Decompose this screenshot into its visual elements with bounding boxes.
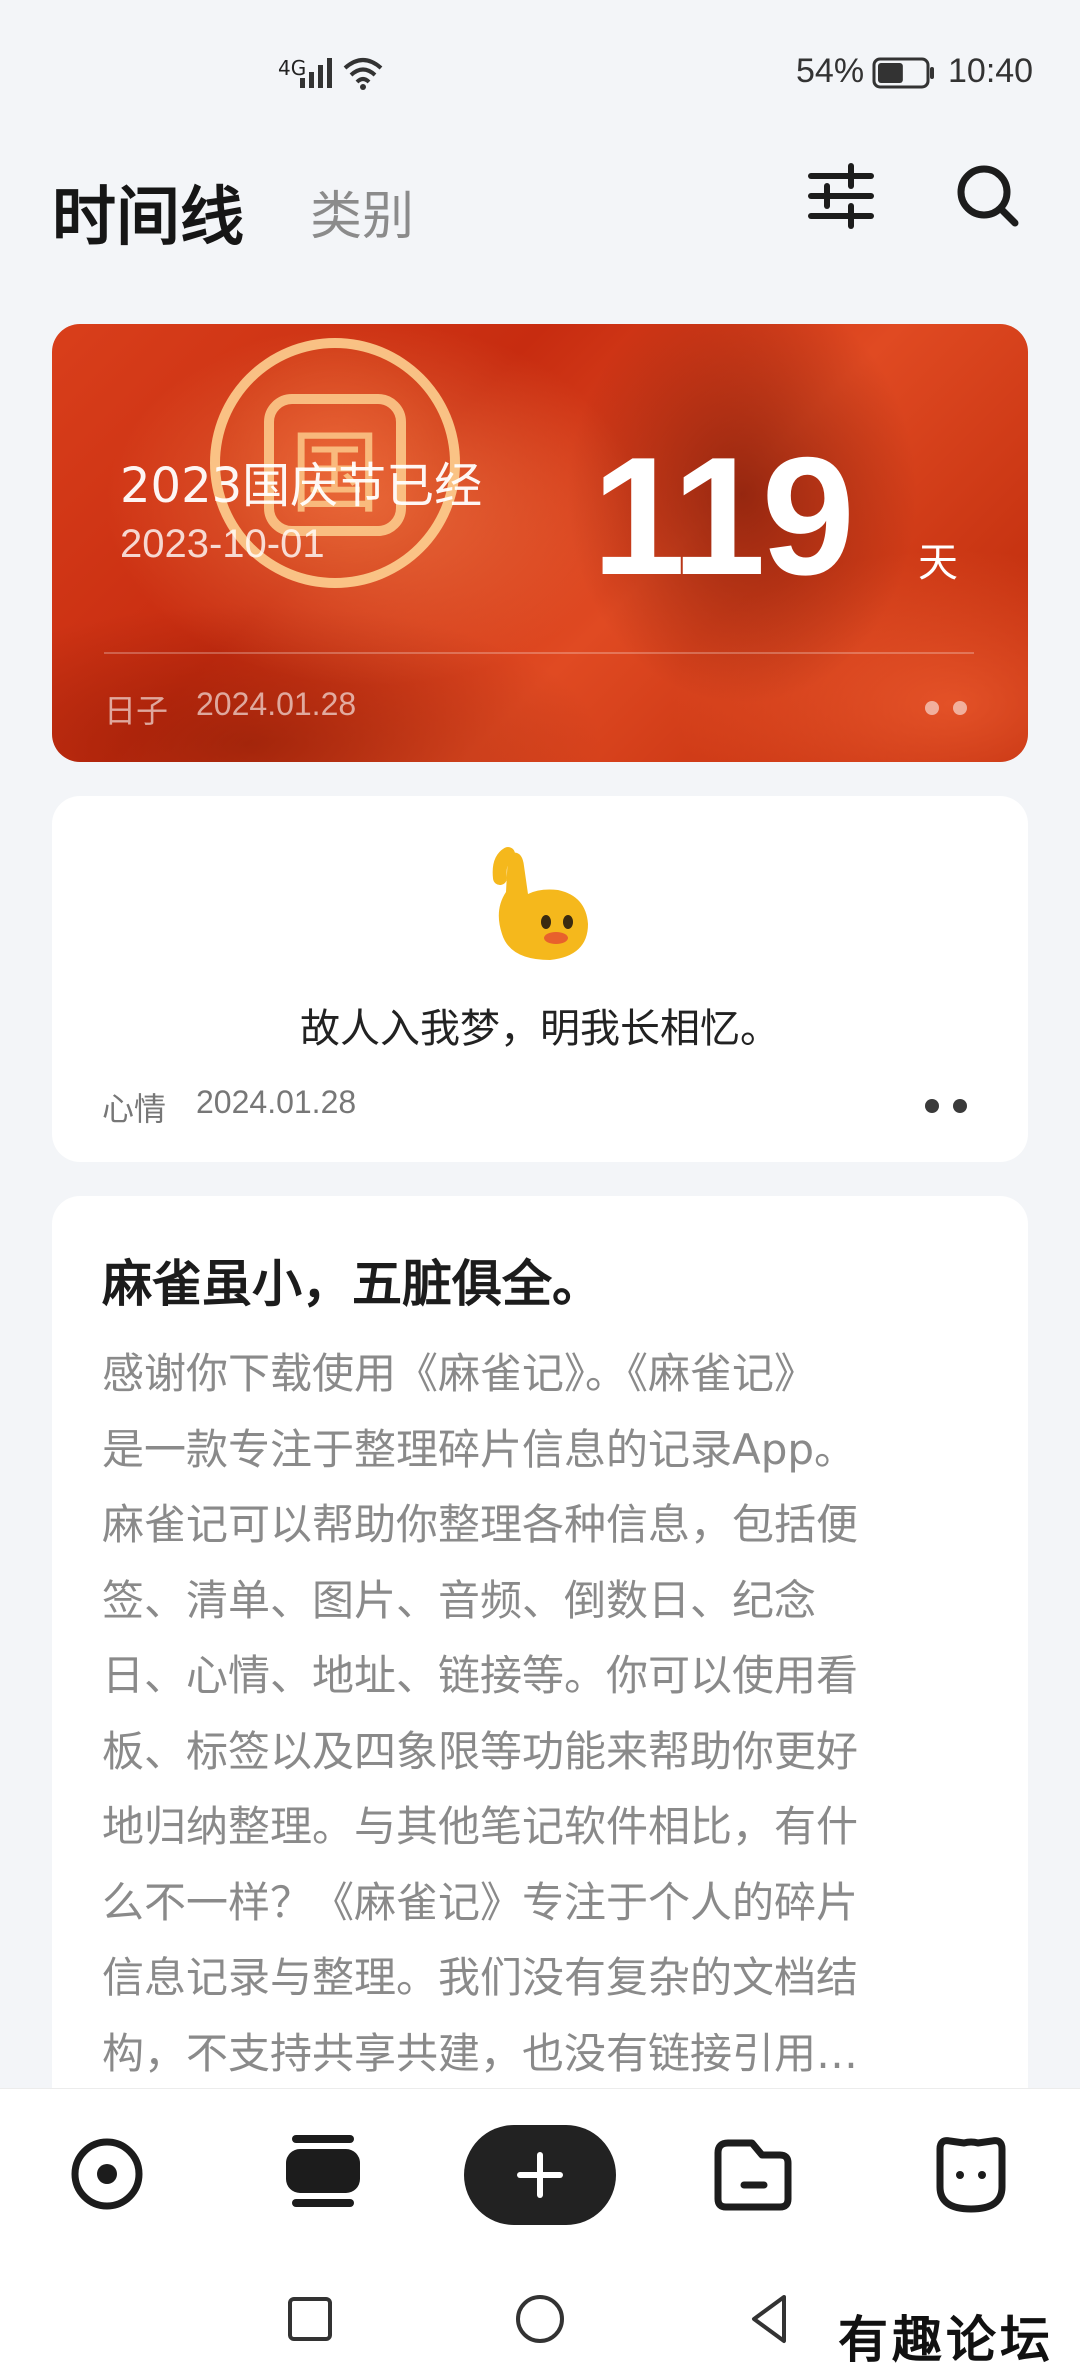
status-bar: 4G 54% 10:40: [0, 0, 1080, 150]
recent-apps-icon[interactable]: [280, 2289, 340, 2349]
mood-text: 故人入我梦，明我长相忆。: [300, 1006, 780, 1052]
battery-percent: 54%: [796, 52, 865, 90]
signal-icon: [300, 58, 332, 88]
countdown-card[interactable]: 国 2023国庆节已经 2023-10-01 119 天 日子 2024.01.…: [52, 324, 1028, 762]
header: 时间线 类别: [0, 150, 1080, 300]
card-created-date: 2024.01.28: [196, 686, 357, 722]
note-line: 麻雀记可以帮助你整理各种信息，包括便: [102, 1500, 859, 1549]
clock: 10:40: [948, 52, 1034, 90]
note-line: 是一款专注于整理碎片信息的记录App。: [102, 1424, 857, 1474]
timeline-icon[interactable]: [62, 2129, 152, 2219]
card-category: 心情: [102, 1090, 167, 1128]
search-icon[interactable]: [952, 160, 1024, 232]
back-icon[interactable]: [740, 2289, 800, 2349]
home-icon[interactable]: [510, 2289, 570, 2349]
note-title: 麻雀虽小，五脏俱全。: [102, 1255, 602, 1313]
note-line: 么不一样？《麻雀记》专注于个人的碎片: [102, 1877, 859, 1927]
countdown-title: 2023国庆节已经: [120, 458, 483, 514]
card-created-date: 2024.01.28: [196, 1084, 357, 1120]
add-button[interactable]: [464, 2125, 616, 2225]
note-line: 感谢你下载使用《麻雀记》。《麻雀记》: [102, 1349, 817, 1398]
note-line: 构，不支持共享共建，也没有链接引用…: [102, 2028, 859, 2078]
mood-card[interactable]: 故人入我梦，明我长相忆。 心情 2024.01.28: [52, 796, 1028, 1162]
card-category: 日子: [104, 692, 169, 730]
countdown-days: 119: [592, 422, 855, 610]
note-line: 地归纳整理。与其他笔记软件相比，有什: [102, 1802, 859, 1851]
divider: [104, 652, 974, 654]
filter-icon[interactable]: [805, 160, 877, 232]
countdown-date: 2023-10-01: [120, 522, 325, 566]
note-body: 感谢你下载使用《麻雀记》。《麻雀记》 是一款专注于整理碎片信息的记录App。 麻…: [102, 1336, 982, 2091]
note-card[interactable]: 麻雀虽小，五脏俱全。 感谢你下载使用《麻雀记》。《麻雀记》 是一款专注于整理碎片…: [52, 1196, 1028, 2096]
folder-icon[interactable]: [708, 2129, 798, 2219]
waving-hand-emoji-icon: [492, 847, 588, 960]
more-icon[interactable]: [918, 698, 978, 718]
note-line: 信息记录与整理。我们没有复杂的文档结: [102, 1953, 859, 2002]
more-icon[interactable]: [918, 1096, 978, 1116]
profile-icon[interactable]: [926, 2129, 1016, 2219]
battery-icon: [872, 57, 934, 89]
tab-timeline[interactable]: 时间线: [52, 166, 244, 258]
plus-icon: [517, 2152, 563, 2198]
countdown-unit: 天: [918, 540, 958, 586]
cards-icon[interactable]: [278, 2129, 368, 2219]
tab-category[interactable]: 类别: [310, 174, 414, 249]
note-line: 签、清单、图片、音频、倒数日、纪念: [102, 1575, 817, 1625]
note-line: 板、标签以及四象限等功能来帮助你更好: [102, 1726, 859, 1776]
wifi-icon: [343, 58, 383, 90]
note-line: 日、心情、地址、链接等。你可以使用看: [102, 1651, 859, 1700]
watermark: 有趣论坛: [838, 2310, 1054, 2369]
